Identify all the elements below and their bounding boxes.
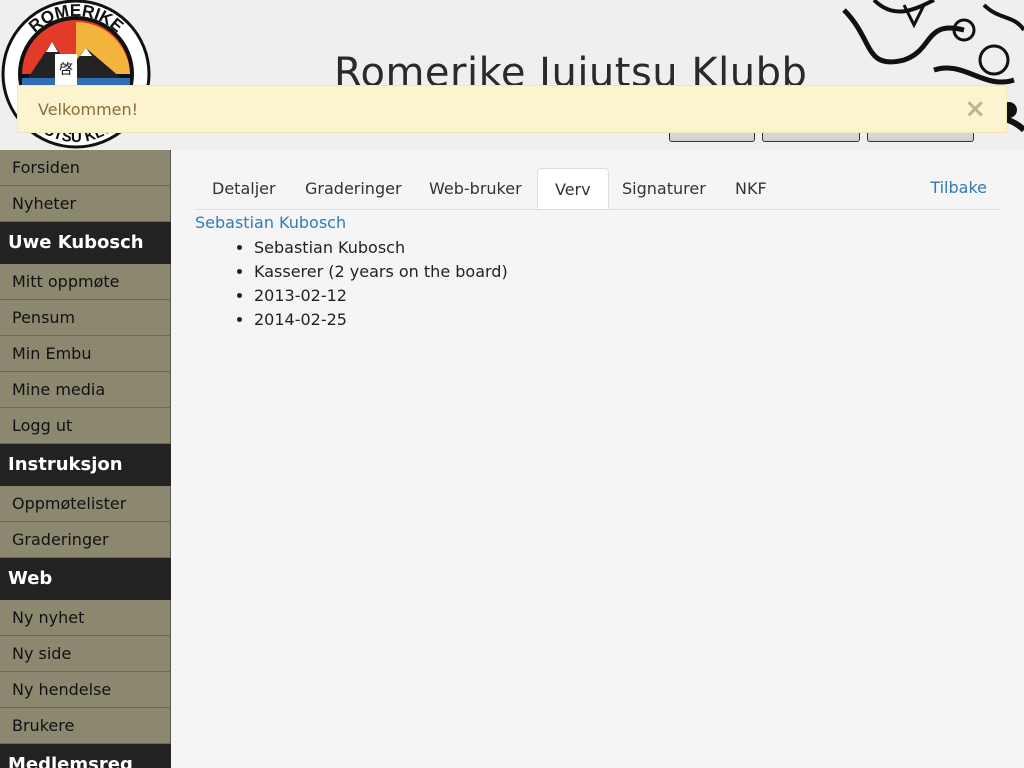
close-icon[interactable]: ×	[964, 94, 986, 124]
sidebar-heading-instruksjon: Instruksjon	[0, 444, 171, 486]
sidebar-item-ny-hendelse[interactable]: Ny hendelse	[0, 672, 171, 708]
sidebar-item-mitt-oppmote[interactable]: Mitt oppmøte	[0, 264, 171, 300]
list-item: Kasserer (2 years on the board)	[254, 260, 508, 284]
sidebar-heading-user: Uwe Kubosch	[0, 222, 171, 264]
sidebar-nav: Forsiden Nyheter Uwe Kubosch Mitt oppmøt…	[0, 150, 171, 768]
sidebar-item-forsiden[interactable]: Forsiden	[0, 150, 171, 186]
alert-message: Velkommen!	[38, 100, 139, 119]
sidebar-item-mine-media[interactable]: Mine media	[0, 372, 171, 408]
verv-list: Sebastian Kubosch Kasserer (2 years on t…	[194, 236, 508, 332]
list-item: Sebastian Kubosch	[254, 236, 508, 260]
sidebar-item-brukere[interactable]: Brukere	[0, 708, 171, 744]
sidebar-heading-web: Web	[0, 558, 171, 600]
sidebar-item-pensum[interactable]: Pensum	[0, 300, 171, 336]
back-link[interactable]: Tilbake	[930, 178, 987, 197]
sidebar-item-graderinger[interactable]: Graderinger	[0, 522, 171, 558]
sidebar-item-ny-nyhet[interactable]: Ny nyhet	[0, 600, 171, 636]
tab-signaturer[interactable]: Signaturer	[605, 168, 723, 209]
member-name-link[interactable]: Sebastian Kubosch	[195, 213, 346, 232]
tab-nkf[interactable]: NKF	[718, 168, 784, 209]
sidebar-item-nyheter[interactable]: Nyheter	[0, 186, 171, 222]
tab-web-bruker[interactable]: Web-bruker	[412, 168, 539, 209]
list-item: 2013-02-12	[254, 284, 508, 308]
sidebar-item-min-embu[interactable]: Min Embu	[0, 336, 171, 372]
sidebar-item-logg-ut[interactable]: Logg ut	[0, 408, 171, 444]
list-item: 2014-02-25	[254, 308, 508, 332]
tab-detaljer[interactable]: Detaljer	[195, 168, 293, 209]
sidebar-heading-medlemsreg: Medlemsreg	[0, 744, 171, 768]
tab-bar: Detaljer Graderinger Web-bruker Verv Sig…	[195, 168, 1000, 210]
logo-kanji: 啓	[59, 62, 73, 78]
tab-graderinger[interactable]: Graderinger	[288, 168, 419, 209]
sidebar-item-ny-side[interactable]: Ny side	[0, 636, 171, 672]
tab-verv[interactable]: Verv	[537, 168, 609, 209]
main-content: Detaljer Graderinger Web-bruker Verv Sig…	[171, 150, 1024, 768]
sidebar-item-oppmotelister[interactable]: Oppmøtelister	[0, 486, 171, 522]
welcome-alert: Velkommen! ×	[17, 85, 1007, 133]
